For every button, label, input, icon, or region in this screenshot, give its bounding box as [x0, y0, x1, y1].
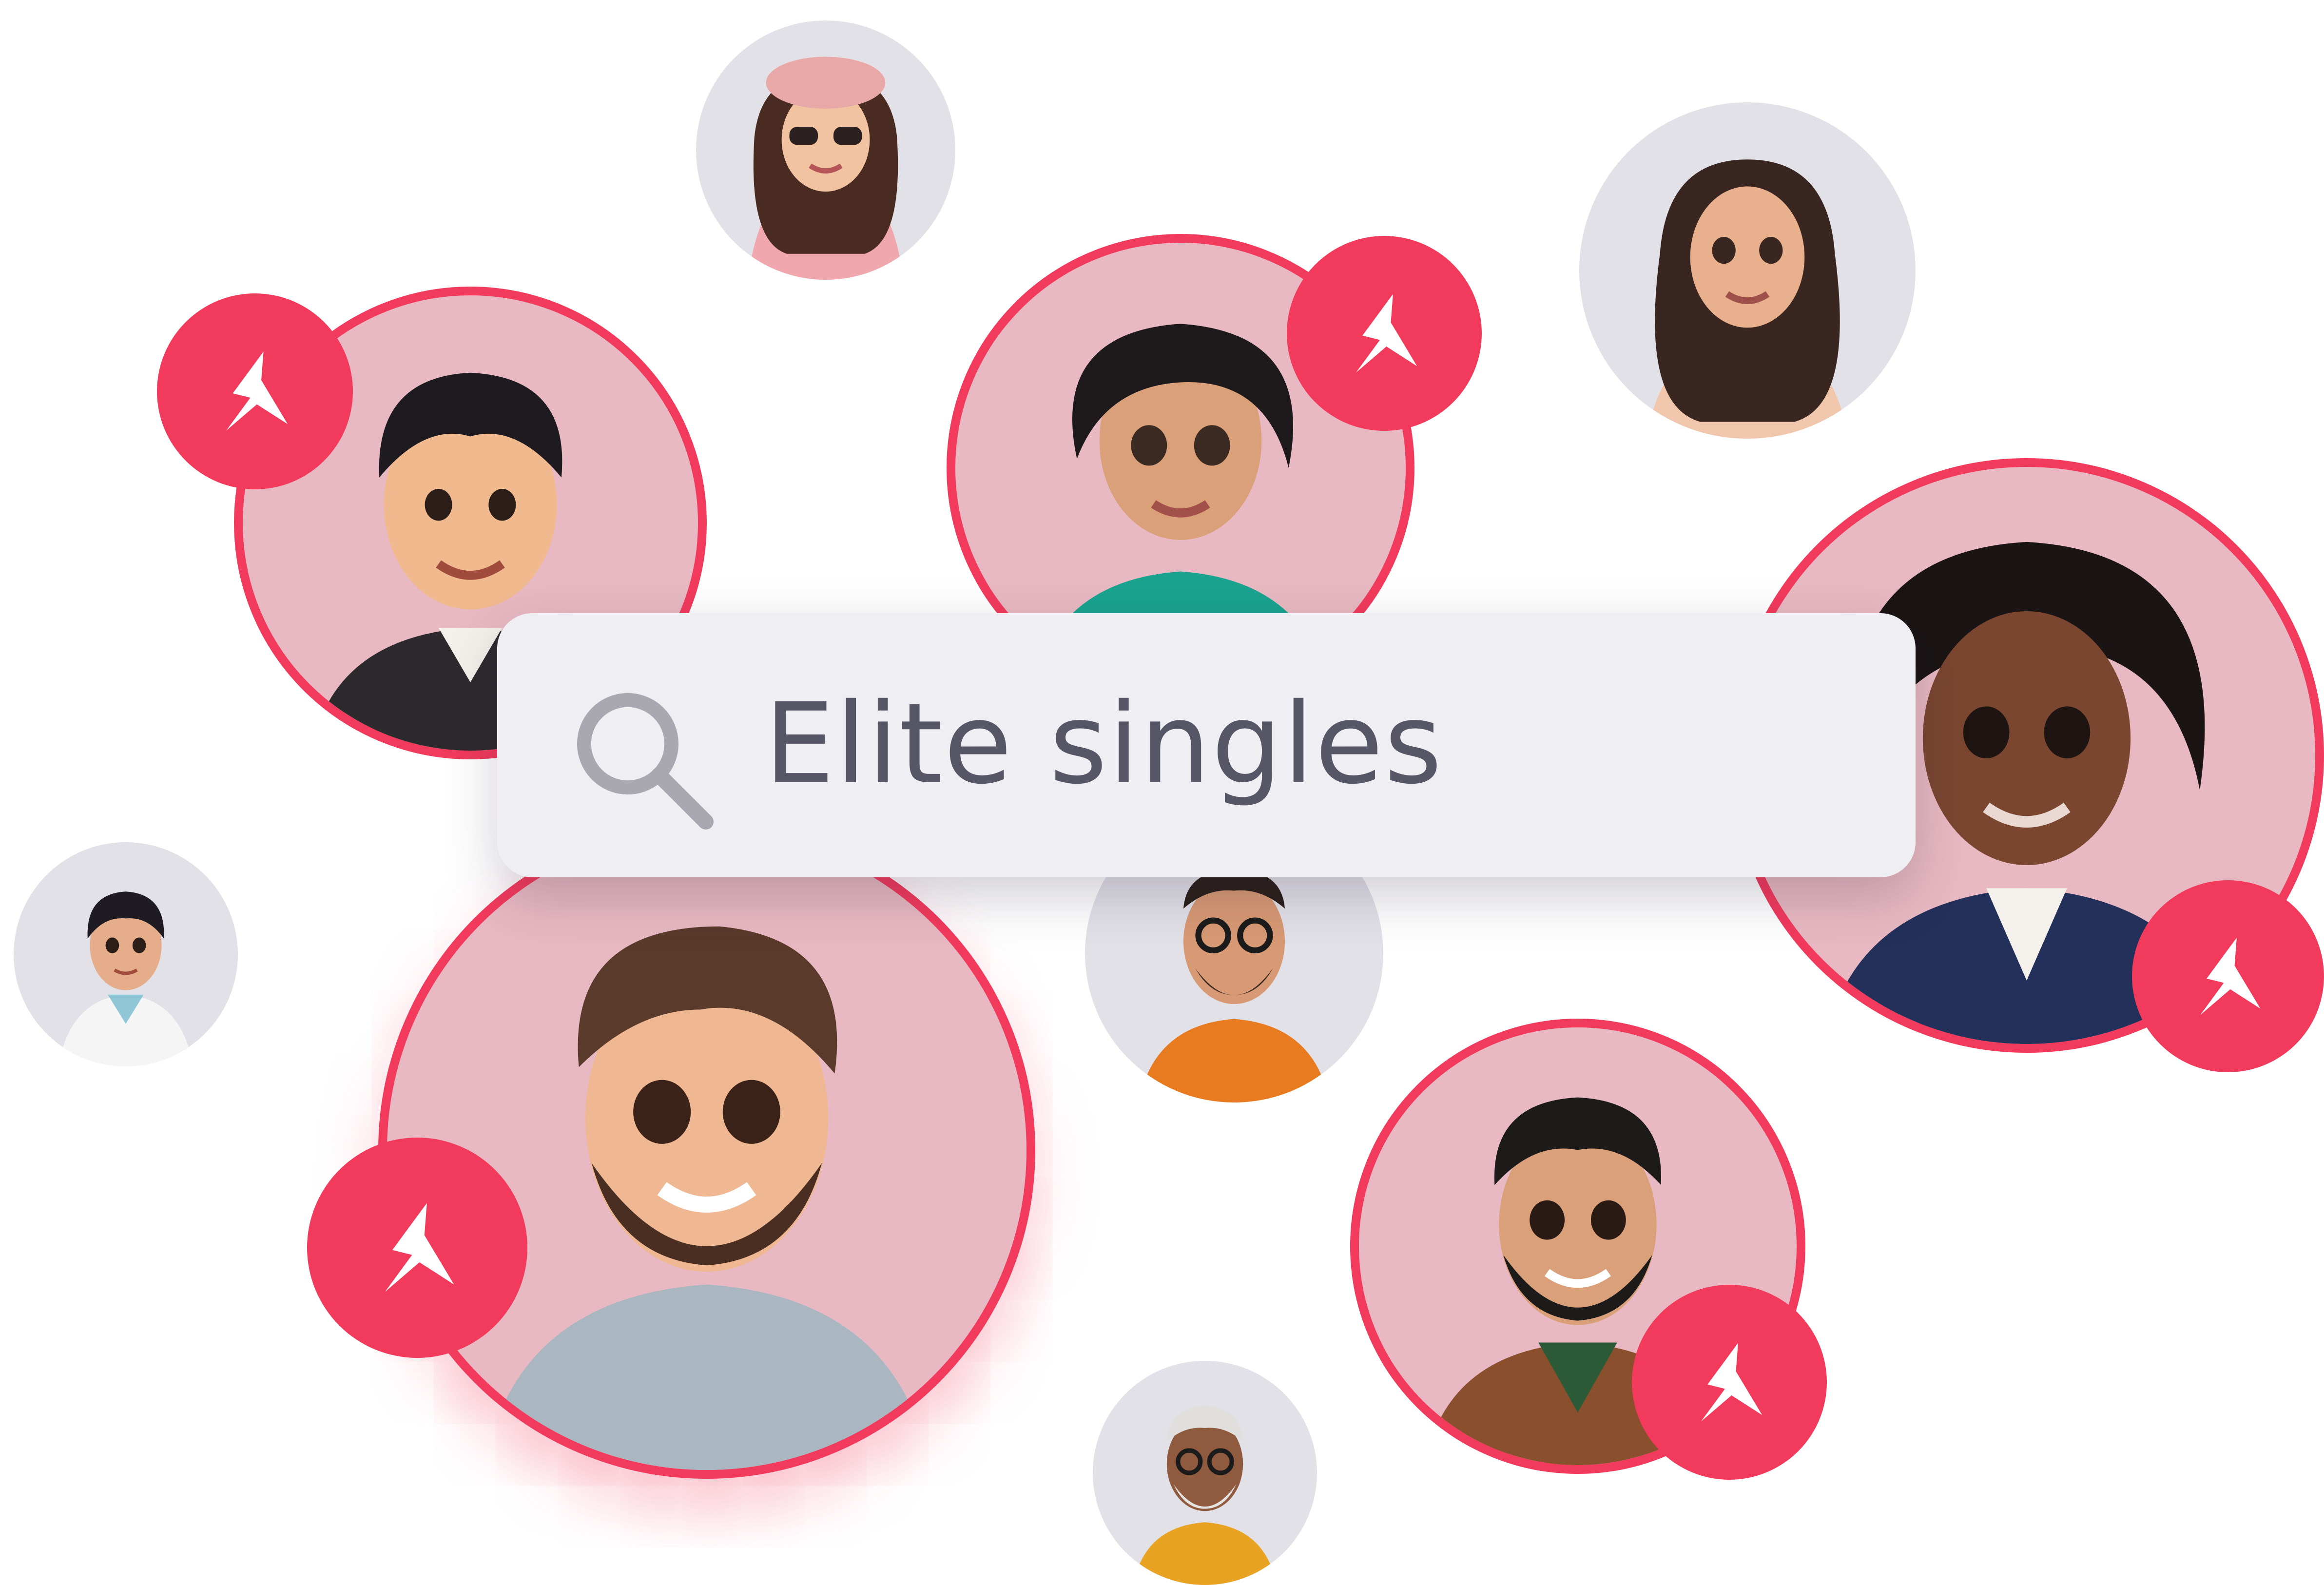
search-icon[interactable] — [565, 681, 721, 837]
badge-brand-logo-icon — [157, 293, 353, 489]
person-illustration-icon — [748, 57, 904, 280]
badge-brand-logo-icon — [1632, 1285, 1827, 1480]
search-input[interactable]: Elite singles — [764, 671, 1443, 817]
avatar-collage: Elite singles — [0, 0, 2324, 1585]
avatar-woman-beret[interactable] — [696, 20, 955, 280]
person-illustration-icon — [58, 891, 193, 1066]
badge-brand-logo-icon — [2132, 880, 2324, 1072]
avatar-woman-sweater[interactable] — [1579, 102, 1916, 439]
avatar-woman-doctor[interactable] — [14, 842, 238, 1066]
person-illustration-icon — [1133, 1406, 1277, 1585]
person-illustration-icon — [483, 926, 931, 1470]
person-illustration-icon — [1646, 159, 1848, 439]
search-bar[interactable]: Elite singles — [497, 613, 1916, 877]
badge-brand-logo-icon — [1287, 236, 1482, 431]
badge-brand-logo-icon — [307, 1138, 527, 1358]
avatar-man-gray-hoodie[interactable] — [378, 822, 1035, 1479]
avatar-older-man[interactable] — [1093, 1361, 1317, 1585]
